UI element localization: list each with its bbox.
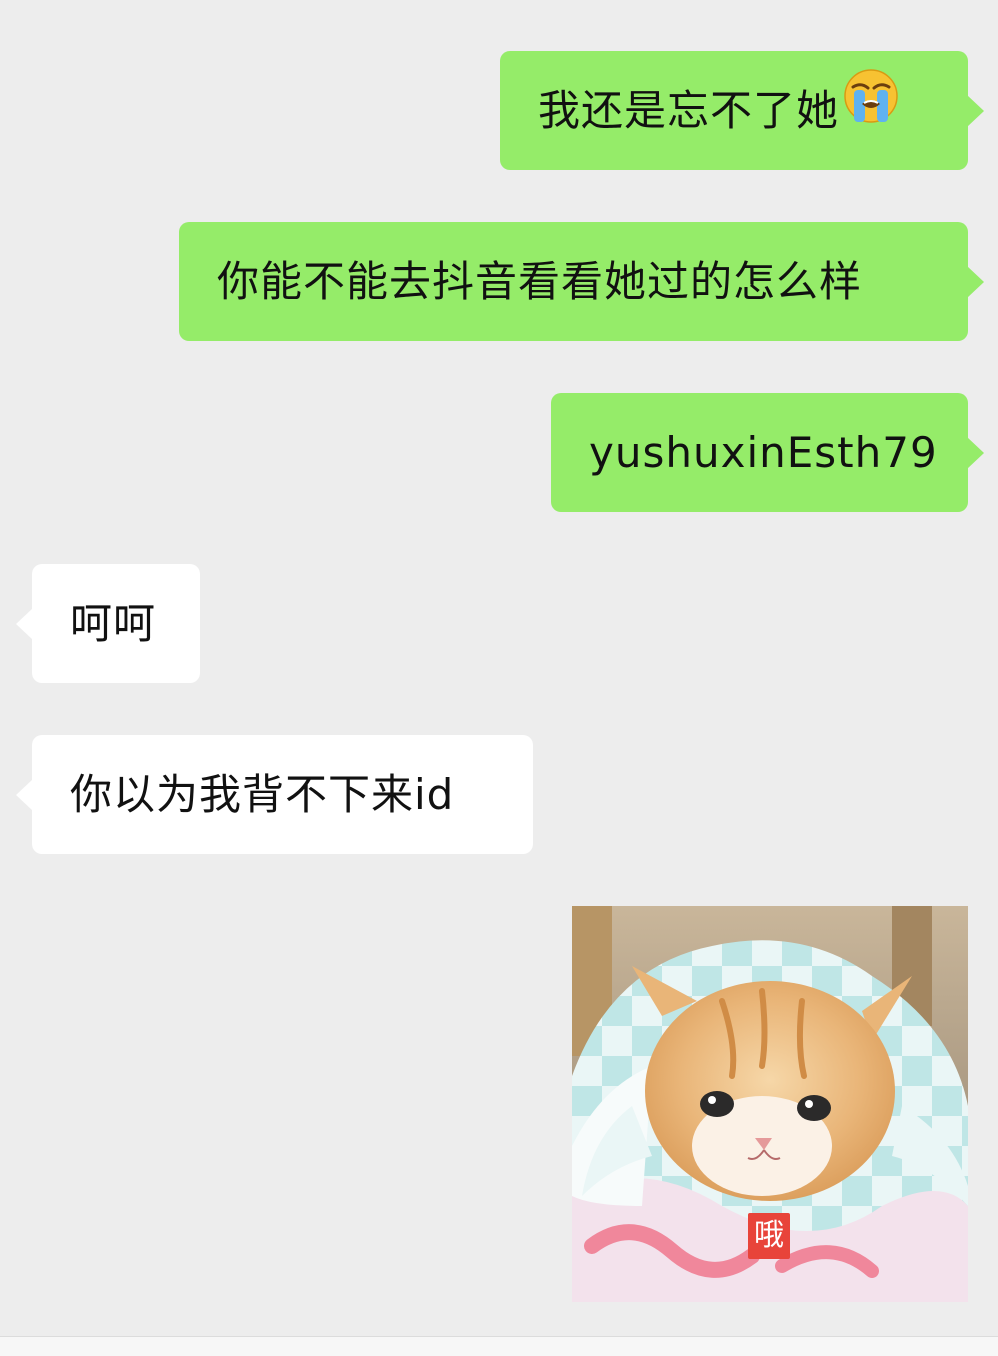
loudly-crying-face-icon [843, 50, 899, 169]
message-text: 你以为我背不下来id [70, 770, 455, 819]
input-bar-edge [0, 1336, 998, 1356]
message-text: yushuxinEsth79 [589, 428, 938, 477]
message-bubble-outgoing[interactable]: yushuxinEsth79 [551, 393, 984, 512]
message-bubble-incoming[interactable]: 呵呵 [16, 564, 200, 683]
message-bubble-outgoing[interactable]: 我还是忘不了她 [500, 50, 984, 170]
kitten-sticker-image[interactable]: 哦 [572, 906, 968, 1302]
message-text: 我还是忘不了她 [538, 86, 840, 135]
message-text: 你能不能去抖音看看她过的怎么样 [217, 257, 863, 306]
message-bubble-incoming[interactable]: 你以为我背不下来id [16, 735, 533, 854]
chat-area: 我还是忘不了她 你能不能去抖音看看她过的怎么样 yushuxinEsth79 呵… [0, 0, 998, 1336]
message-text: 呵呵 [70, 599, 157, 648]
message-bubble-outgoing[interactable]: 你能不能去抖音看看她过的怎么样 [179, 222, 984, 341]
sticker-caption: 哦 [748, 1213, 790, 1259]
